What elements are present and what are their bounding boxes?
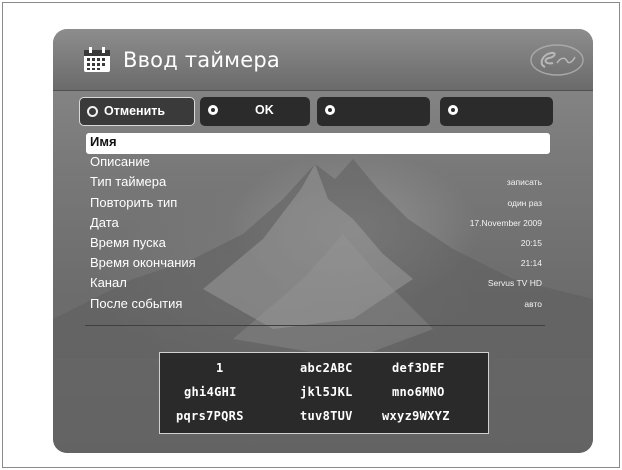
field-row-end-time[interactable]: Время окончания 21:14: [86, 253, 550, 273]
field-row-name[interactable]: Имя: [86, 132, 550, 154]
field-value: Servus TV HD: [487, 278, 542, 289]
field-value: 17.November 2009: [469, 217, 542, 228]
timer-fields-list: Имя Описание Тип таймера записать Повтор…: [86, 132, 550, 314]
timer-entry-dialog: Ввод таймера Отменить OK Имя Описание Ти…: [53, 29, 593, 453]
field-value: 21:14: [520, 258, 542, 269]
keypad-key[interactable]: ghi4GHI: [184, 385, 237, 399]
circle-icon: [448, 105, 458, 115]
field-value: 20:15: [520, 237, 542, 248]
field-label: Дата: [90, 214, 119, 230]
field-row-channel[interactable]: Канал Servus TV HD: [86, 273, 550, 293]
text-input-keypad: 1 abc2ABC def3DEF ghi4GHI jkl5JKL mno6MN…: [159, 352, 489, 434]
selection-highlight: [86, 133, 550, 154]
cancel-button-label: Отменить: [104, 104, 166, 118]
field-label: Описание: [90, 154, 150, 170]
color-button-4[interactable]: [440, 97, 553, 126]
field-label: Повторить тип: [90, 194, 178, 210]
title-bar: Ввод таймера: [53, 29, 593, 91]
circle-icon: [87, 106, 98, 117]
ok-button[interactable]: OK: [200, 97, 310, 126]
field-label: Имя: [90, 134, 117, 149]
field-label: После события: [90, 295, 183, 311]
keypad-key[interactable]: abc2ABC: [300, 361, 353, 375]
field-row-description[interactable]: Описание: [86, 152, 550, 172]
field-label: Тип таймера: [90, 174, 167, 190]
screen-frame: Ввод таймера Отменить OK Имя Описание Ти…: [2, 2, 620, 468]
keypad-key[interactable]: tuv8TUV: [300, 409, 353, 423]
keypad-key[interactable]: def3DEF: [392, 361, 445, 375]
window-title: Ввод таймера: [123, 48, 280, 72]
field-row-start-time[interactable]: Время пуска 20:15: [86, 233, 550, 253]
keypad-key[interactable]: jkl5JKL: [300, 385, 353, 399]
cancel-button[interactable]: Отменить: [79, 97, 195, 126]
keypad-key[interactable]: mno6MNO: [392, 385, 445, 399]
field-row-after-event[interactable]: После события авто: [86, 294, 550, 314]
field-row-timer-type[interactable]: Тип таймера записать: [86, 172, 550, 192]
field-value: один раз: [507, 197, 542, 208]
keypad-key[interactable]: wxyz9WXYZ: [382, 409, 450, 423]
keypad-key[interactable]: pqrs7PQRS: [176, 409, 244, 423]
circle-icon: [208, 105, 218, 115]
circle-icon: [325, 105, 335, 115]
field-row-repeat-type[interactable]: Повторить тип один раз: [86, 193, 550, 213]
keypad-key[interactable]: 1: [216, 361, 224, 375]
color-button-3[interactable]: [317, 97, 430, 126]
field-label: Время окончания: [90, 255, 196, 271]
divider: [85, 325, 545, 326]
ok-button-label: OK: [255, 103, 274, 117]
field-value: авто: [524, 298, 542, 309]
servus-logo: [530, 44, 584, 76]
field-row-date[interactable]: Дата 17.November 2009: [86, 213, 550, 233]
field-label: Время пуска: [90, 234, 166, 250]
calendar-icon: [84, 47, 110, 72]
field-label: Канал: [90, 275, 127, 291]
field-value: записать: [506, 177, 542, 188]
